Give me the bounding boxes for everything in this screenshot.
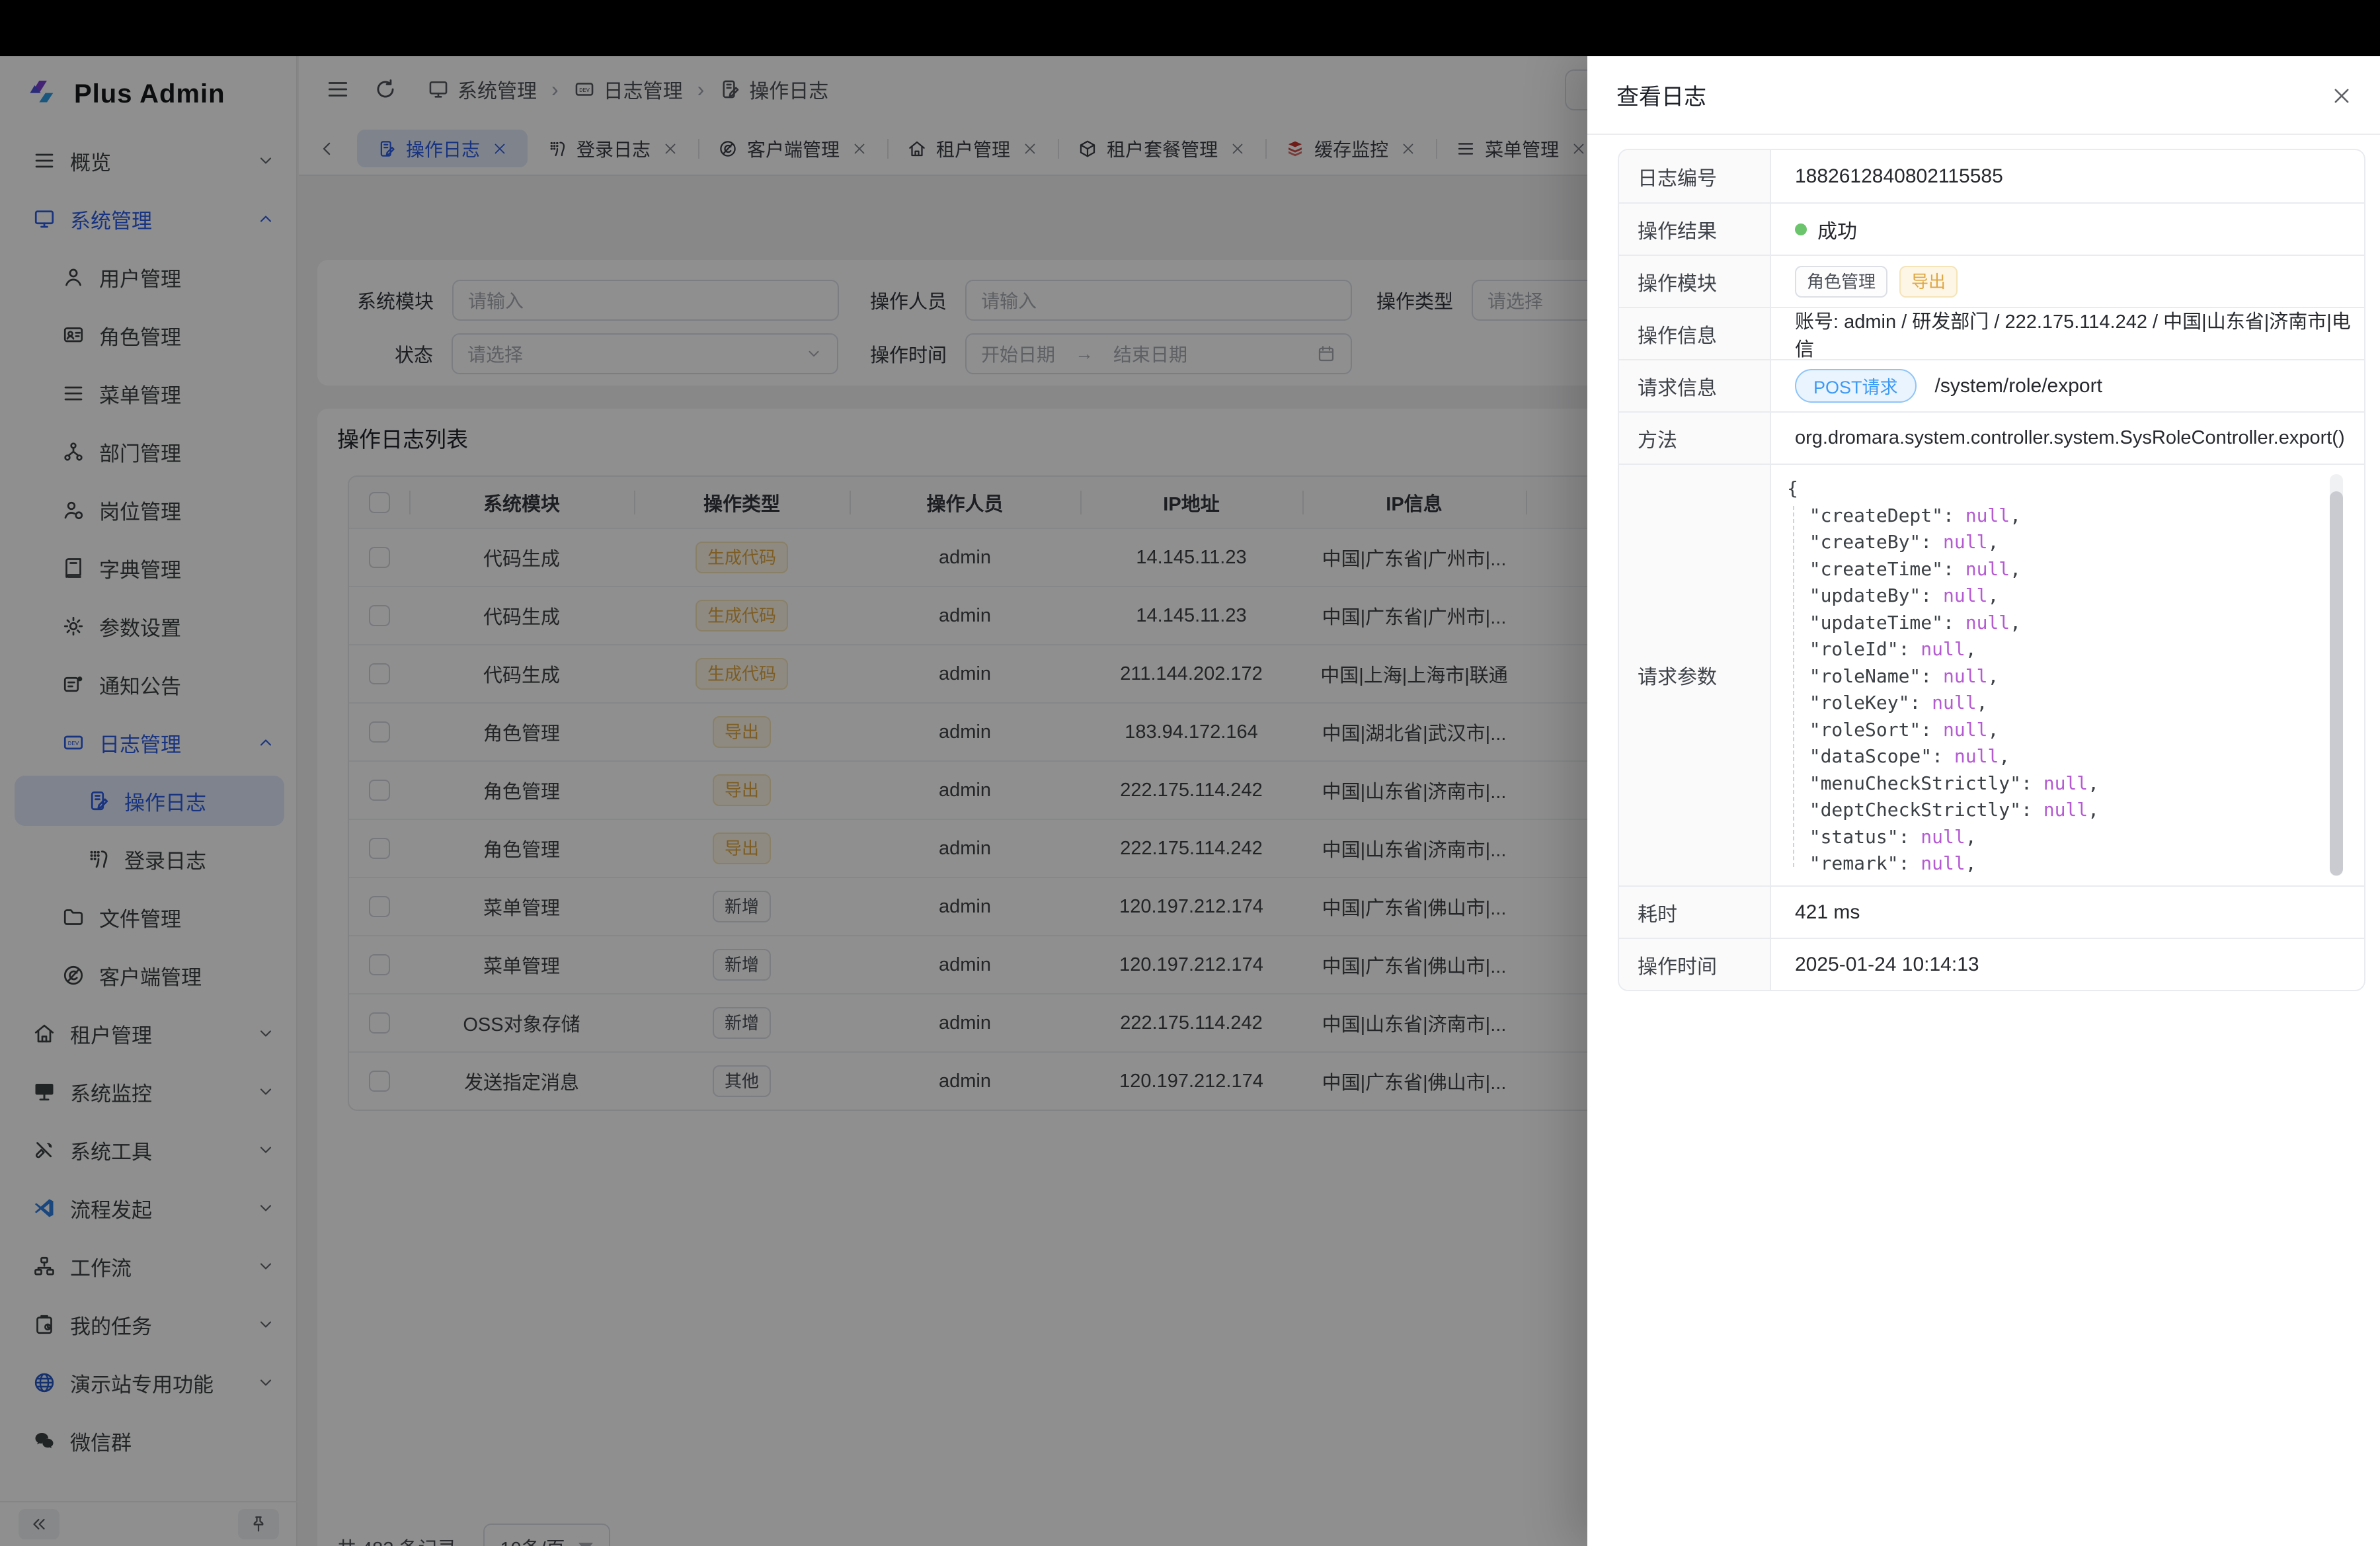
detail-label: 操作信息 bbox=[1619, 308, 1771, 359]
json-scrollbar-thumb[interactable] bbox=[2330, 491, 2343, 875]
method-value: org.dromara.system.controller.system.Sys… bbox=[1771, 413, 2364, 464]
json-line: "menuCheckStrictly": null, bbox=[1787, 770, 2364, 797]
detail-label: 操作模块 bbox=[1619, 256, 1771, 307]
screen: Plus Admin 概览 系统管理 bbox=[0, 0, 2380, 1546]
request-params-json[interactable]: { "createDept": null, "createBy": null, … bbox=[1771, 465, 2364, 885]
detail-row-request: 请求信息 POST请求 /system/role/export bbox=[1619, 359, 2364, 411]
detail-label: 请求信息 bbox=[1619, 360, 1771, 411]
json-line: "roleKey": null, bbox=[1787, 690, 2364, 717]
json-line: "createTime": null, bbox=[1787, 556, 2364, 583]
drawer-title: 查看日志 bbox=[1616, 79, 1706, 111]
log-detail-table: 日志编号 1882612840802115585 操作结果 成功 操作模块 角色… bbox=[1618, 149, 2365, 991]
drawer-header: 查看日志 bbox=[1587, 56, 2380, 135]
post-method-badge: POST请求 bbox=[1795, 369, 1917, 403]
json-line: "createBy": null, bbox=[1787, 529, 2364, 556]
detail-row-op-time: 操作时间 2025-01-24 10:14:13 bbox=[1619, 938, 2364, 990]
json-line: "updateBy": null, bbox=[1787, 583, 2364, 610]
detail-row-op-info: 操作信息 账号: admin / 研发部门 / 222.175.114.242 … bbox=[1619, 307, 2364, 359]
request-url: /system/role/export bbox=[1935, 375, 2102, 397]
log-id-value: 1882612840802115585 bbox=[1771, 150, 2364, 202]
json-line: "createDept": null, bbox=[1787, 503, 2364, 530]
detail-label: 方法 bbox=[1619, 413, 1771, 464]
detail-row-log-id: 日志编号 1882612840802115585 bbox=[1619, 150, 2364, 202]
result-value: 成功 bbox=[1817, 215, 1857, 244]
module-tag: 角色管理 bbox=[1795, 266, 1887, 298]
json-line: "roleName": null, bbox=[1787, 663, 2364, 690]
json-line: "remark": null, bbox=[1787, 850, 2364, 877]
detail-label: 耗时 bbox=[1619, 887, 1771, 938]
close-icon bbox=[2330, 85, 2353, 107]
json-line: "deptCheckStrictly": null, bbox=[1787, 797, 2364, 824]
json-line: "roleSort": null, bbox=[1787, 717, 2364, 744]
detail-label: 操作结果 bbox=[1619, 204, 1771, 255]
json-line: "roleId": null, bbox=[1787, 636, 2364, 663]
detail-row-params: 请求参数 { "createDept": null, "createBy": n… bbox=[1619, 464, 2364, 885]
duration-value: 421 ms bbox=[1771, 887, 2364, 938]
op-info-value: 账号: admin / 研发部门 / 222.175.114.242 / 中国|… bbox=[1771, 308, 2364, 359]
indent-guide bbox=[1793, 506, 1794, 867]
view-log-drawer: 查看日志 日志编号 1882612840802115585 操作结果 成功 操作… bbox=[1587, 56, 2380, 1546]
detail-row-duration: 耗时 421 ms bbox=[1619, 885, 2364, 938]
detail-label: 日志编号 bbox=[1619, 150, 1771, 202]
op-time-value: 2025-01-24 10:14:13 bbox=[1771, 939, 2364, 990]
detail-row-result: 操作结果 成功 bbox=[1619, 202, 2364, 255]
json-line: "updateTime": null, bbox=[1787, 610, 2364, 637]
json-line: { bbox=[1787, 475, 2364, 503]
operation-tag: 导出 bbox=[1899, 266, 1958, 298]
success-dot-icon bbox=[1795, 224, 1807, 235]
detail-label: 请求参数 bbox=[1619, 465, 1771, 885]
json-line: "status": null, bbox=[1787, 824, 2364, 851]
detail-row-method: 方法 org.dromara.system.controller.system.… bbox=[1619, 411, 2364, 464]
detail-row-module: 操作模块 角色管理 导出 bbox=[1619, 255, 2364, 307]
detail-label: 操作时间 bbox=[1619, 939, 1771, 990]
json-line: "dataScope": null, bbox=[1787, 743, 2364, 770]
drawer-close-button[interactable] bbox=[2327, 81, 2356, 110]
